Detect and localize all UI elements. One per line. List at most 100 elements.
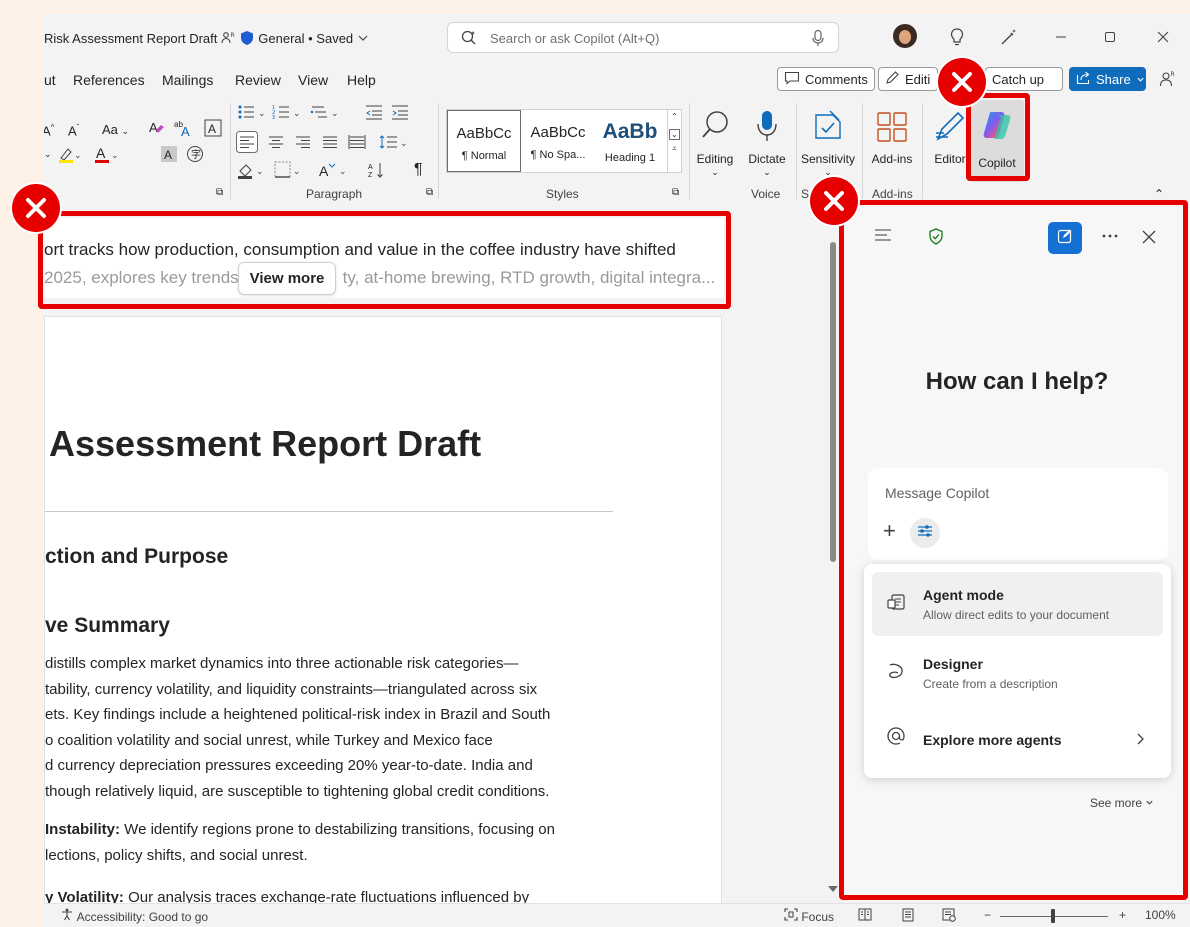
- distributed-icon[interactable]: [348, 133, 366, 154]
- web-layout-icon[interactable]: [942, 908, 956, 925]
- paragraph-shading-icon[interactable]: ⌄: [237, 161, 267, 182]
- show-formatting-icon[interactable]: ¶: [414, 161, 423, 179]
- designer-wand-icon[interactable]: [998, 26, 1020, 48]
- new-chat-button[interactable]: [1048, 222, 1082, 254]
- change-case-button[interactable]: Aa ⌄: [102, 122, 129, 137]
- tab-references[interactable]: References: [73, 72, 145, 88]
- text-box-icon[interactable]: A: [204, 119, 222, 140]
- svg-text:R: R: [231, 32, 235, 39]
- style-normal[interactable]: AaBbCc ¶ Normal: [447, 110, 521, 172]
- highlight-icon[interactable]: ⌄: [58, 145, 82, 166]
- minimize-icon[interactable]: [1050, 26, 1072, 48]
- borders-icon[interactable]: ⌄: [274, 161, 304, 182]
- sort-icon[interactable]: AZ: [368, 161, 386, 182]
- more-options-icon[interactable]: [1102, 234, 1118, 238]
- copilot-ribbon-button[interactable]: Copilot: [970, 100, 1024, 182]
- style-heading-1[interactable]: AaBb Heading 1: [593, 110, 667, 172]
- editing-button[interactable]: Editing ⌄: [692, 107, 738, 178]
- close-pane-icon[interactable]: [1142, 230, 1156, 244]
- styles-scroll[interactable]: ⌃ ⌄ ⩡: [668, 109, 682, 173]
- tab-layout[interactable]: ut: [44, 72, 56, 88]
- heading-divider: [45, 511, 613, 512]
- share-label: Share: [1096, 71, 1131, 87]
- dictate-button[interactable]: Dictate ⌄: [744, 107, 790, 178]
- comments-button[interactable]: Comments: [777, 67, 875, 91]
- zoom-out-button[interactable]: −: [984, 908, 991, 922]
- accessibility-status[interactable]: Accessibility: Good to go: [60, 908, 208, 924]
- style-no-spacing[interactable]: AaBbCc ¶ No Spa...: [521, 110, 595, 172]
- editor-button[interactable]: Editor: [928, 107, 972, 166]
- multilevel-list-icon[interactable]: ⌄: [310, 103, 342, 124]
- tools-button[interactable]: [910, 518, 940, 548]
- text-effects-icon[interactable]: ab A: [174, 119, 194, 142]
- svg-text:A: A: [164, 148, 172, 162]
- see-more-button[interactable]: See more: [1090, 796, 1154, 810]
- asian-layout-icon[interactable]: A ⌄: [318, 161, 350, 182]
- chevron-down-icon: [1136, 72, 1145, 87]
- paragraph-dialog-launcher-icon[interactable]: ⧉: [426, 187, 433, 198]
- sensitivity-button[interactable]: Sensitivity ⌄: [798, 107, 858, 178]
- add-icon[interactable]: +: [883, 518, 896, 544]
- user-avatar[interactable]: [893, 24, 917, 48]
- zoom-slider-thumb[interactable]: [1051, 909, 1055, 923]
- font-dialog-launcher-icon[interactable]: ⧉: [216, 187, 223, 198]
- menu-item-agent-mode[interactable]: Agent mode Allow direct edits to your do…: [872, 572, 1163, 636]
- line-spacing-icon[interactable]: ⌄: [379, 133, 411, 154]
- catch-up-label: Catch up: [992, 71, 1045, 87]
- tab-help[interactable]: Help: [347, 72, 376, 88]
- phonetic-guide-icon[interactable]: 字: [186, 145, 204, 166]
- catch-up-button[interactable]: Catch up: [985, 67, 1063, 91]
- document-title: Risk Assessment Report Draft: [44, 30, 218, 46]
- numbering-icon[interactable]: 1 2 3 ⌄: [272, 103, 304, 124]
- document-title-area[interactable]: Risk Assessment Report Draft R General •…: [44, 30, 369, 49]
- comment-icon: [784, 71, 800, 88]
- editing-mode-button[interactable]: Editi: [878, 67, 938, 91]
- collapse-ribbon-icon[interactable]: ⌃: [1154, 187, 1164, 201]
- tab-view[interactable]: View: [298, 72, 328, 88]
- menu-icon[interactable]: [874, 228, 892, 242]
- close-window-icon[interactable]: [1152, 26, 1174, 48]
- message-input[interactable]: Message Copilot +: [868, 468, 1168, 560]
- view-more-button[interactable]: View more: [238, 262, 336, 295]
- justify-icon[interactable]: [321, 133, 339, 154]
- focus-button[interactable]: Focus: [784, 908, 834, 924]
- document-page[interactable]: Assessment Report Draft ction and Purpos…: [44, 316, 722, 927]
- clear-format-icon[interactable]: A: [148, 119, 166, 140]
- menu-item-explore-agents[interactable]: Explore more agents: [872, 710, 1163, 774]
- print-layout-icon[interactable]: [901, 908, 915, 925]
- grow-font-icon[interactable]: A^: [44, 123, 54, 138]
- zoom-in-button[interactable]: +: [1119, 908, 1126, 922]
- microphone-icon[interactable]: [810, 29, 826, 52]
- add-ins-button[interactable]: Add-ins: [866, 107, 918, 166]
- tab-mailings[interactable]: Mailings: [162, 72, 213, 88]
- people-icon[interactable]: R: [1156, 68, 1178, 90]
- zoom-level[interactable]: 100%: [1145, 908, 1176, 922]
- align-left-icon[interactable]: [236, 131, 258, 156]
- tab-review[interactable]: Review: [235, 72, 281, 88]
- shading-icon[interactable]: A: [160, 145, 178, 166]
- maximize-icon[interactable]: [1099, 26, 1121, 48]
- svg-text:⌄: ⌄: [293, 109, 301, 119]
- styles-dialog-launcher-icon[interactable]: ⧉: [672, 187, 679, 198]
- align-right-icon[interactable]: [294, 133, 312, 154]
- svg-text:⌄: ⌄: [400, 139, 408, 149]
- share-button[interactable]: Share: [1069, 67, 1146, 91]
- align-center-icon[interactable]: [267, 133, 285, 154]
- editor-pen-icon: [928, 107, 972, 143]
- chevron-down-icon[interactable]: ⌄: [44, 145, 52, 160]
- document-scrollbar[interactable]: [830, 242, 836, 562]
- bullets-icon[interactable]: ⌄: [237, 103, 269, 124]
- annotation-x-icon: [12, 184, 60, 232]
- shrink-font-icon[interactable]: Aˇ: [68, 123, 79, 138]
- read-mode-icon[interactable]: [858, 908, 872, 924]
- svg-text:⌄: ⌄: [339, 167, 347, 177]
- scroll-down-icon[interactable]: [828, 886, 838, 892]
- lightbulb-icon[interactable]: [946, 26, 968, 48]
- menu-item-designer[interactable]: Designer Create from a description: [872, 641, 1163, 705]
- search-box[interactable]: Search or ask Copilot (Alt+Q): [447, 22, 839, 53]
- section-heading-intro: ction and Purpose: [45, 545, 229, 568]
- decrease-indent-icon[interactable]: [364, 103, 384, 124]
- font-color-icon[interactable]: A ⌄: [94, 145, 120, 166]
- increase-indent-icon[interactable]: [390, 103, 410, 124]
- message-placeholder: Message Copilot: [885, 485, 990, 501]
